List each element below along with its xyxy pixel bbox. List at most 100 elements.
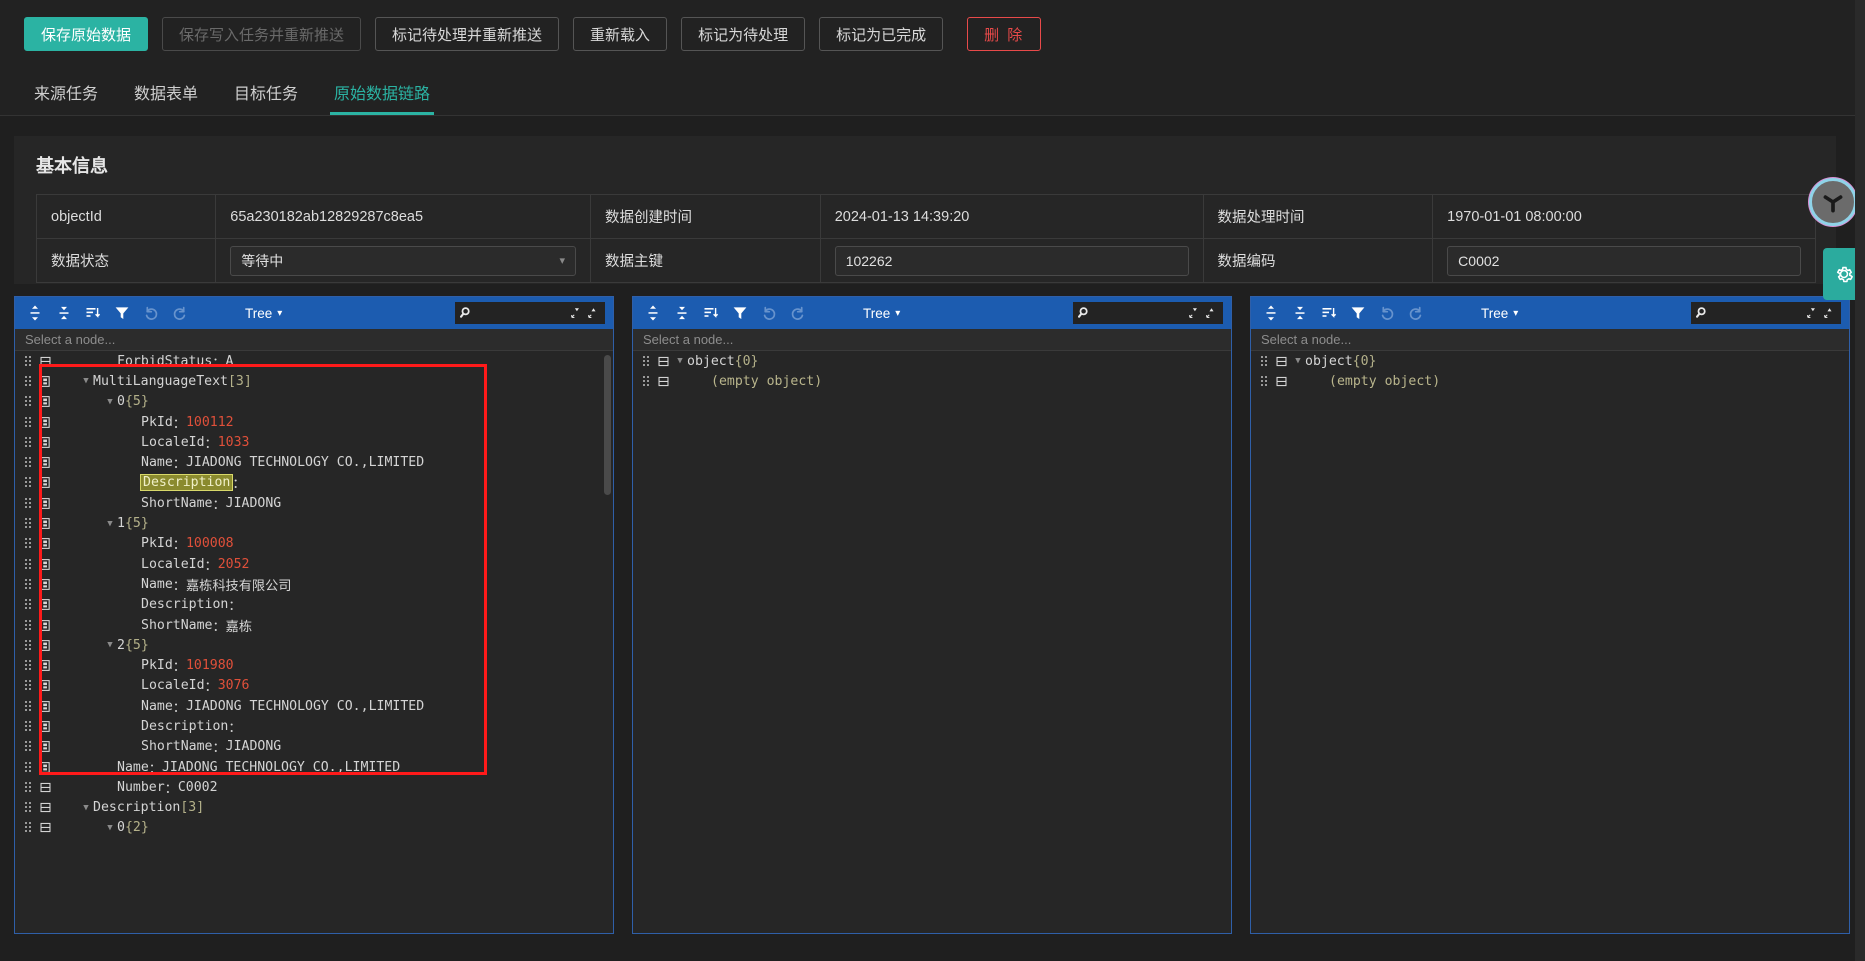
json-tree-body[interactable]: ▼ForbidStatus： A▼MultiLanguageText [3]▼0…	[15, 351, 613, 933]
tab-0[interactable]: 来源任务	[20, 69, 112, 115]
sort-icon[interactable]	[1317, 301, 1341, 325]
search-prev-icon[interactable]	[587, 307, 600, 320]
chevron-down-icon[interactable]: ▼	[1291, 356, 1305, 366]
data-key-input-wrap[interactable]	[834, 245, 1189, 276]
tree-row[interactable]: ▼Name： JIADONG TECHNOLOGY CO.,LIMITED	[15, 757, 613, 777]
tree-row[interactable]: ▼Description：	[15, 595, 613, 615]
row-menu-icon[interactable]	[35, 598, 55, 611]
row-menu-icon[interactable]	[35, 517, 55, 530]
json-tree-body[interactable]: ▼object {0}▼(empty object)	[633, 351, 1231, 933]
tree-row[interactable]: ▼ 2 {5}	[15, 635, 613, 655]
row-menu-icon[interactable]	[35, 375, 55, 388]
drag-handle-icon[interactable]	[21, 558, 35, 571]
row-menu-icon[interactable]	[35, 821, 55, 834]
json-search-box[interactable]	[1073, 302, 1223, 324]
row-menu-icon[interactable]	[1271, 375, 1291, 388]
json-search-input[interactable]	[1096, 306, 1184, 320]
drag-handle-icon[interactable]	[21, 497, 35, 510]
app-logo-icon[interactable]	[1809, 178, 1857, 226]
tree-row[interactable]: ▼ShortName： JIADONG	[15, 493, 613, 513]
toolbar-button-3[interactable]: 重新载入	[573, 17, 668, 51]
drag-handle-icon[interactable]	[21, 720, 35, 733]
tree-row[interactable]: ▼PkId： 100008	[15, 534, 613, 554]
drag-handle-icon[interactable]	[639, 375, 653, 388]
tree-row[interactable]: ▼ 0 {5}	[15, 392, 613, 412]
tree-row[interactable]: ▼ object {0}	[1251, 351, 1849, 371]
drag-handle-icon[interactable]	[21, 578, 35, 591]
tree-row[interactable]: ▼Name： JIADONG TECHNOLOGY CO.,LIMITED	[15, 452, 613, 472]
tree-row[interactable]: ▼ MultiLanguageText [3]	[15, 371, 613, 391]
chevron-down-icon[interactable]: ▼	[79, 376, 93, 386]
drag-handle-icon[interactable]	[21, 355, 35, 368]
drag-handle-icon[interactable]	[21, 416, 35, 429]
sort-icon[interactable]	[81, 301, 105, 325]
row-menu-icon[interactable]	[35, 720, 55, 733]
row-menu-icon[interactable]	[35, 761, 55, 774]
tab-2[interactable]: 目标任务	[220, 69, 312, 115]
row-menu-icon[interactable]	[35, 558, 55, 571]
json-search-box[interactable]	[455, 302, 605, 324]
row-menu-icon[interactable]	[35, 801, 55, 814]
row-menu-icon[interactable]	[35, 700, 55, 713]
tree-row[interactable]: ▼Name： 嘉栋科技有限公司	[15, 574, 613, 594]
tree-row[interactable]: ▼ 1 {5}	[15, 513, 613, 533]
row-menu-icon[interactable]	[35, 416, 55, 429]
drag-handle-icon[interactable]	[21, 639, 35, 652]
search-next-icon[interactable]	[1806, 307, 1819, 320]
drag-handle-icon[interactable]	[21, 781, 35, 794]
page-scrollbar[interactable]	[1855, 0, 1865, 961]
tree-row[interactable]: ▼Description：	[15, 716, 613, 736]
json-tree-scrollbar[interactable]	[604, 355, 611, 495]
tree-row[interactable]: ▼Name： JIADONG TECHNOLOGY CO.,LIMITED	[15, 696, 613, 716]
row-menu-icon[interactable]	[35, 497, 55, 510]
chevron-down-icon[interactable]: ▼	[103, 823, 117, 833]
toolbar-button-0[interactable]: 保存原始数据	[24, 17, 149, 51]
tree-row[interactable]: ▼PkId： 100112	[15, 412, 613, 432]
filter-icon[interactable]	[1346, 301, 1370, 325]
drag-handle-icon[interactable]	[21, 476, 35, 489]
drag-handle-icon[interactable]	[21, 395, 35, 408]
drag-handle-icon[interactable]	[21, 700, 35, 713]
chevron-down-icon[interactable]: ▼	[103, 397, 117, 407]
data-key-input[interactable]	[845, 246, 1178, 275]
row-menu-icon[interactable]	[35, 740, 55, 753]
tree-row[interactable]: ▼LocaleId： 3076	[15, 676, 613, 696]
chevron-down-icon[interactable]: ▼	[79, 803, 93, 813]
row-menu-icon[interactable]	[35, 395, 55, 408]
drag-handle-icon[interactable]	[21, 436, 35, 449]
row-menu-icon[interactable]	[1271, 355, 1291, 368]
drag-handle-icon[interactable]	[21, 659, 35, 672]
row-menu-icon[interactable]	[35, 679, 55, 692]
row-menu-icon[interactable]	[35, 578, 55, 591]
expand-all-icon[interactable]	[23, 301, 47, 325]
tree-row[interactable]: ▼ Description [3]	[15, 798, 613, 818]
tree-row[interactable]: ▼LocaleId： 2052	[15, 554, 613, 574]
data-status-select[interactable]: 等待中 ▾	[230, 245, 577, 276]
drag-handle-icon[interactable]	[21, 619, 35, 632]
search-prev-icon[interactable]	[1205, 307, 1218, 320]
drag-handle-icon[interactable]	[21, 598, 35, 611]
collapse-all-icon[interactable]	[670, 301, 694, 325]
drag-handle-icon[interactable]	[21, 821, 35, 834]
chevron-down-icon[interactable]: ▼	[103, 640, 117, 650]
drag-handle-icon[interactable]	[21, 537, 35, 550]
tree-row[interactable]: ▼ShortName： 嘉栋	[15, 615, 613, 635]
data-code-input-wrap[interactable]	[1447, 245, 1801, 276]
drag-handle-icon[interactable]	[639, 355, 653, 368]
tree-row[interactable]: ▼Description：	[15, 473, 613, 493]
data-code-input[interactable]	[1458, 246, 1790, 275]
drag-handle-icon[interactable]	[21, 801, 35, 814]
tree-row[interactable]: ▼(empty object)	[1251, 371, 1849, 391]
tree-row[interactable]: ▼ 0 {2}	[15, 818, 613, 838]
chevron-down-icon[interactable]: ▼	[673, 356, 687, 366]
row-menu-icon[interactable]	[35, 355, 55, 368]
toolbar-button-5[interactable]: 标记为已完成	[819, 17, 944, 51]
expand-all-icon[interactable]	[641, 301, 665, 325]
collapse-all-icon[interactable]	[52, 301, 76, 325]
row-menu-icon[interactable]	[35, 619, 55, 632]
json-search-box[interactable]	[1691, 302, 1841, 324]
drag-handle-icon[interactable]	[21, 517, 35, 530]
drag-handle-icon[interactable]	[21, 761, 35, 774]
tree-mode-dropdown[interactable]: Tree ▾	[245, 306, 282, 321]
filter-icon[interactable]	[110, 301, 134, 325]
